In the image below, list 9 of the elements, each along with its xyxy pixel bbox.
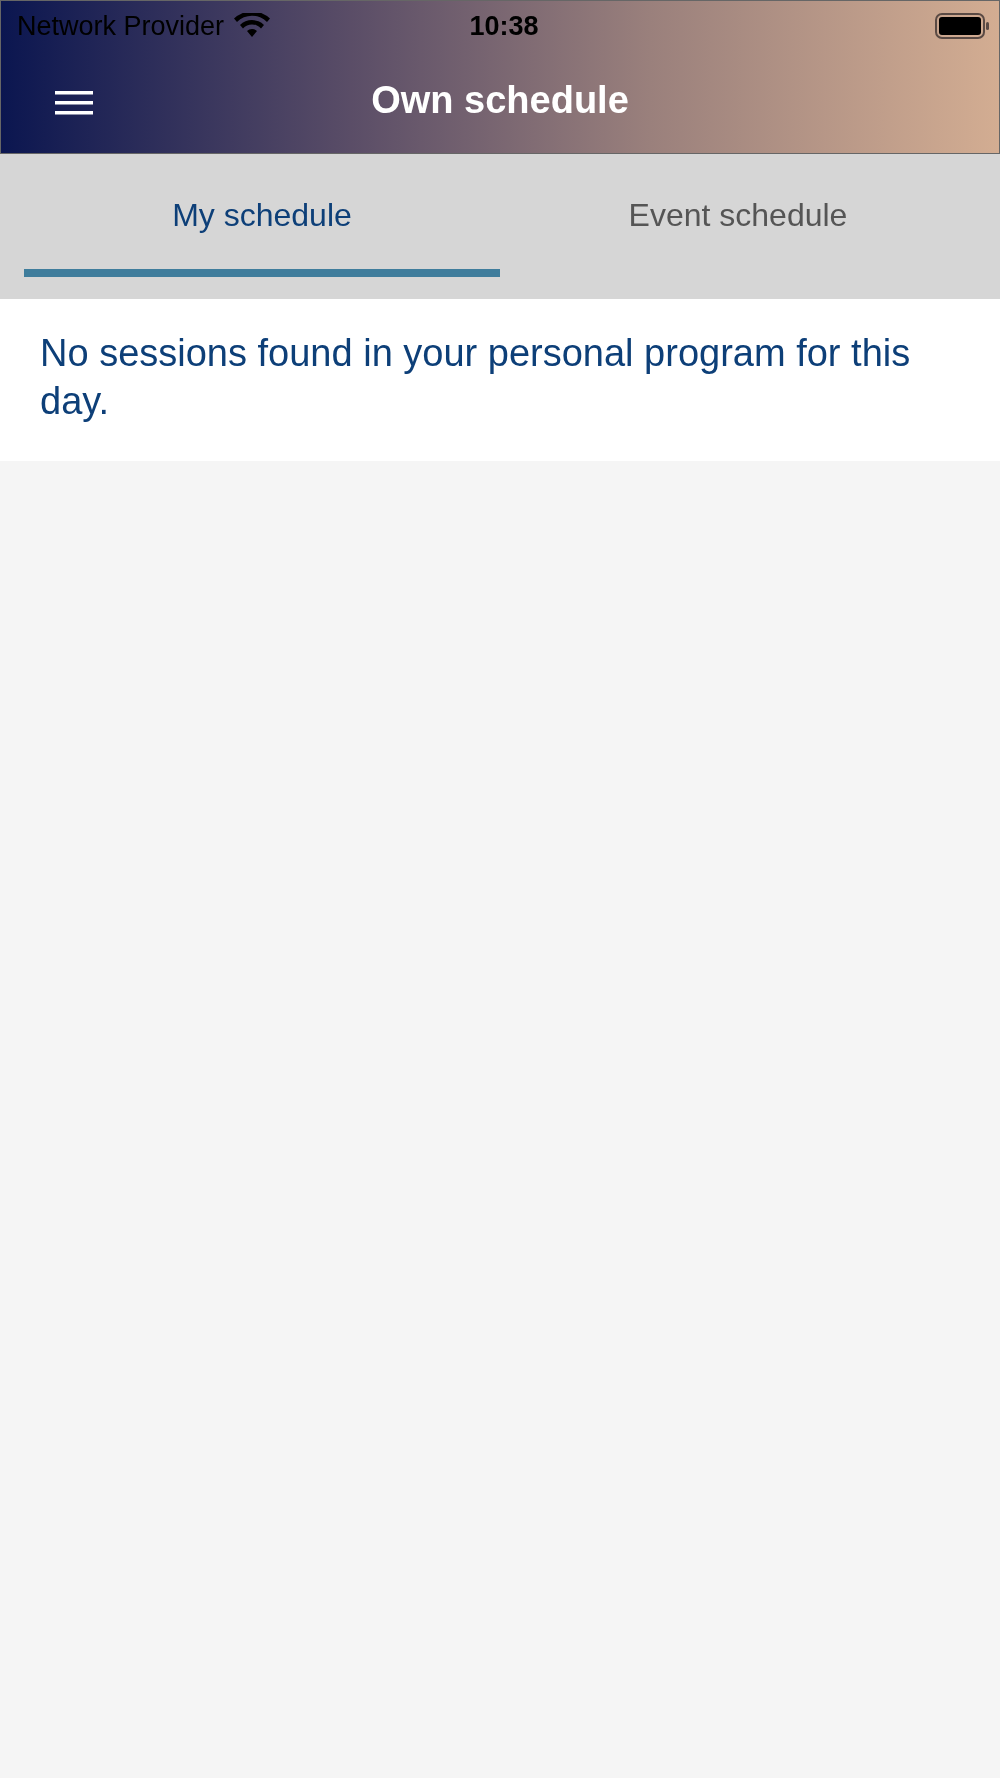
tab[interactable]: My schedule [24, 154, 500, 277]
status-time: 10:38 [469, 10, 539, 42]
empty-message: No sessions found in your personal program for this day. [40, 331, 912, 424]
wifi-icon [234, 13, 271, 39]
screen-title: Own schedule [371, 79, 629, 122]
menu-icon[interactable] [55, 90, 93, 116]
battery-icon [935, 13, 991, 39]
tab[interactable]: Event schedule [500, 154, 976, 277]
carrier-name: Network Provider [17, 10, 225, 42]
